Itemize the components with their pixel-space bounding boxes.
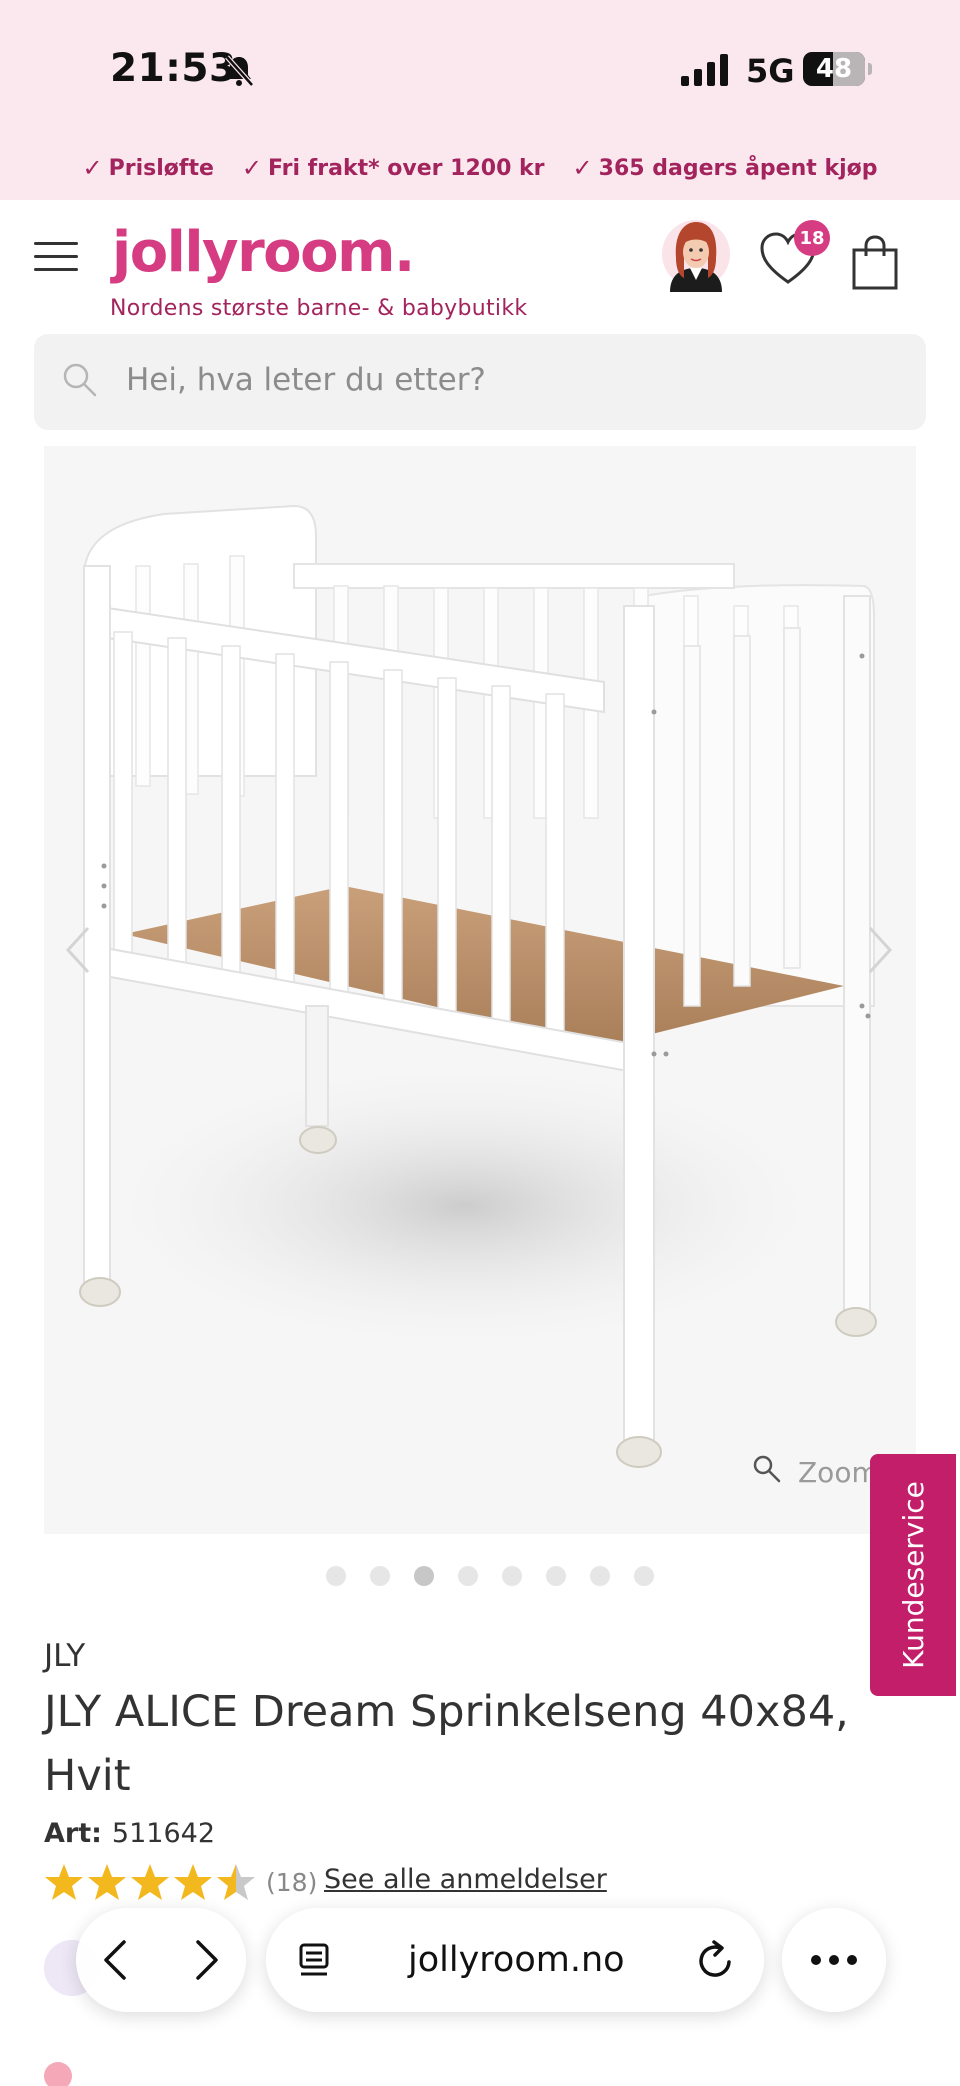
gallery-dot[interactable] xyxy=(634,1566,654,1586)
reader-tabs-icon[interactable] xyxy=(296,1940,334,1980)
rating-stars xyxy=(45,1864,255,1900)
check-icon: ✓ xyxy=(572,154,593,182)
usp-label: Prisløfte xyxy=(108,155,214,181)
tagline: Nordens største barne- & babybutikk xyxy=(110,296,528,321)
star-icon xyxy=(45,1864,83,1900)
article-number: 511642 xyxy=(111,1818,215,1849)
crib-product-image xyxy=(79,504,877,1468)
check-icon: ✓ xyxy=(82,154,103,182)
half-star-icon xyxy=(217,1864,255,1900)
usp-item: ✓ 365 dagers åpent kjøp xyxy=(573,154,878,182)
wishlist-count-badge: 18 xyxy=(794,220,830,256)
article-label: Art: xyxy=(44,1818,102,1849)
gallery-dot[interactable] xyxy=(458,1566,478,1586)
hamburger-menu-icon[interactable] xyxy=(34,242,78,272)
zoom-icon[interactable] xyxy=(752,1454,782,1484)
signal-icon xyxy=(681,54,728,86)
article-number-row: Art: 511642 xyxy=(44,1818,215,1849)
forward-arrow-icon[interactable] xyxy=(190,1938,224,1982)
network-type: 5G xyxy=(746,52,795,90)
usp-item: ✓ Fri frakt* over 1200 kr xyxy=(242,154,545,182)
avatar-icon[interactable] xyxy=(660,214,732,298)
review-count: (18) xyxy=(266,1868,318,1897)
product-title: JLY ALICE Dream Sprinkelseng 40x84, Hvit xyxy=(44,1687,849,1801)
gallery-dot[interactable] xyxy=(502,1566,522,1586)
search-placeholder[interactable]: Hei, hva leter du etter? xyxy=(126,362,486,398)
reload-icon[interactable] xyxy=(696,1938,736,1982)
status-time: 21:53 xyxy=(110,46,237,91)
kundeservice-label[interactable]: Kundeservice xyxy=(870,1454,956,1696)
usp-row: ✓ Prisløfte ✓ Fri frakt* over 1200 kr ✓ … xyxy=(0,154,960,182)
usp-label: Fri frakt* over 1200 kr xyxy=(268,155,545,181)
status-dot-icon xyxy=(44,2062,72,2086)
see-all-reviews-link[interactable]: See alle anmeldelser xyxy=(324,1864,607,1895)
gallery-dot[interactable] xyxy=(590,1566,610,1586)
gallery-dot[interactable] xyxy=(546,1566,566,1586)
gallery-dot-active[interactable] xyxy=(414,1566,434,1586)
usp-label: 365 dagers åpent kjøp xyxy=(598,155,878,181)
battery-tip xyxy=(868,63,872,75)
gallery-pagination xyxy=(326,1566,654,1586)
star-icon xyxy=(174,1864,212,1900)
check-icon: ✓ xyxy=(241,154,263,182)
gallery-next-arrow-icon[interactable] xyxy=(864,924,896,976)
usp-item: ✓ Prisløfte xyxy=(83,154,214,182)
more-dots-icon[interactable] xyxy=(808,1950,860,1970)
shopping-bag-icon[interactable] xyxy=(850,234,900,290)
search-icon xyxy=(63,363,97,397)
partial-notice xyxy=(44,2062,744,2086)
battery-level: 48 xyxy=(815,54,853,84)
product-image-gallery[interactable] xyxy=(44,446,916,1534)
zoom-label[interactable]: Zoom xyxy=(798,1456,879,1489)
gallery-prev-arrow-icon[interactable] xyxy=(62,924,94,976)
star-icon xyxy=(88,1864,126,1900)
url-text[interactable]: jollyroom.no xyxy=(408,1940,625,1980)
bell-off-icon xyxy=(225,55,254,87)
battery-icon: 48 xyxy=(803,52,865,86)
logo[interactable]: jollyroom. xyxy=(112,220,415,285)
product-brand[interactable]: JLY xyxy=(44,1638,85,1674)
gallery-dot[interactable] xyxy=(326,1566,346,1586)
back-arrow-icon[interactable] xyxy=(98,1938,132,1982)
star-icon xyxy=(131,1864,169,1900)
kundeservice-tab[interactable]: Kundeservice xyxy=(870,1454,956,1696)
gallery-dot[interactable] xyxy=(370,1566,390,1586)
